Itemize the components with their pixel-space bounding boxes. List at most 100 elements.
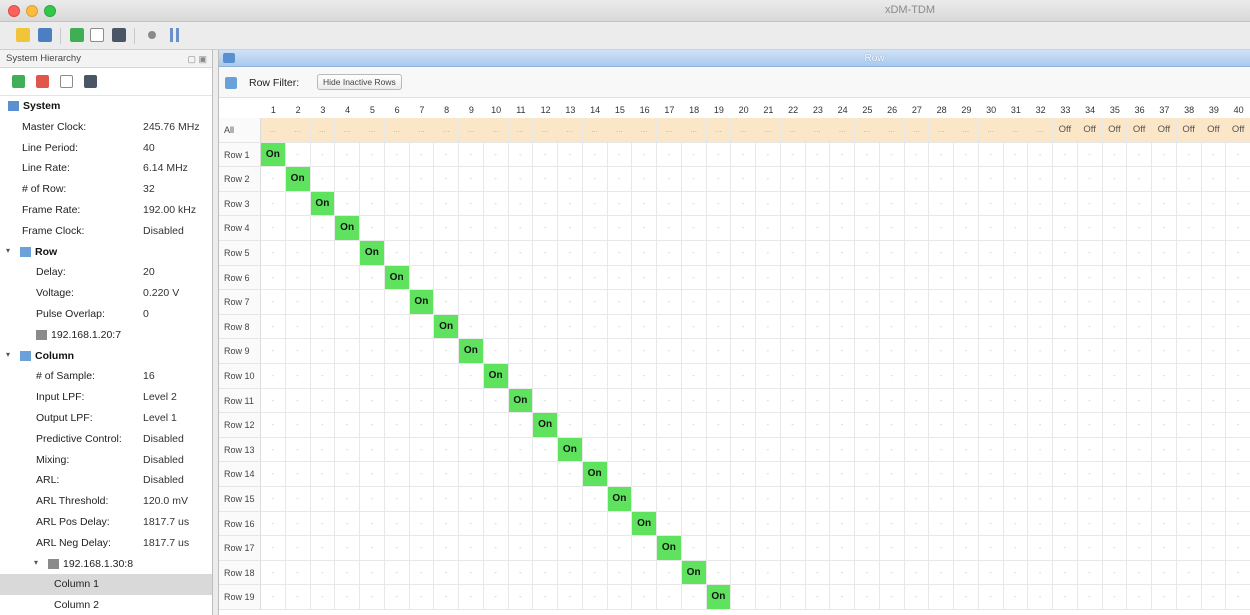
matrix-cell[interactable]: - (1127, 167, 1152, 192)
matrix-cell[interactable]: - (855, 487, 880, 512)
matrix-cell[interactable]: - (805, 241, 831, 266)
all-row-cell[interactable]: ... (904, 118, 930, 143)
matrix-cell[interactable]: - (904, 560, 930, 586)
matrix-cell[interactable]: - (459, 511, 484, 537)
matrix-cell[interactable]: - (1053, 388, 1078, 414)
matrix-cell[interactable]: - (261, 191, 286, 217)
matrix-cell[interactable]: - (1152, 437, 1177, 463)
column-header[interactable]: 8 (434, 98, 459, 118)
matrix-cell[interactable]: - (855, 585, 880, 610)
matrix-cell[interactable]: - (285, 265, 311, 291)
matrix-cell[interactable]: - (483, 413, 509, 438)
matrix-cell[interactable]: - (855, 462, 880, 487)
matrix-cell[interactable]: - (459, 265, 484, 291)
matrix-cell[interactable]: - (310, 290, 336, 315)
all-row-cell[interactable]: ... (582, 118, 608, 143)
matrix-cell[interactable]: - (830, 560, 855, 586)
matrix-cell[interactable]: - (632, 191, 657, 217)
matrix-cell[interactable]: - (607, 167, 633, 192)
tree-item[interactable]: # of Row: 32 (0, 179, 212, 200)
column-header[interactable]: 27 (905, 98, 930, 118)
matrix-cell[interactable]: - (731, 290, 756, 315)
matrix-cell[interactable]: - (1226, 241, 1250, 266)
all-row-cell[interactable]: ... (409, 118, 435, 143)
matrix-cell[interactable]: - (1127, 487, 1152, 512)
matrix-cell[interactable]: - (830, 487, 855, 512)
matrix-cell[interactable]: - (558, 511, 583, 537)
matrix-cell[interactable]: - (1077, 241, 1103, 266)
matrix-cell[interactable]: - (1226, 216, 1250, 241)
matrix-cell[interactable]: - (310, 142, 336, 168)
matrix-cell[interactable]: - (285, 388, 311, 414)
matrix-cell[interactable]: - (533, 487, 558, 512)
all-row-cell[interactable]: Off (1102, 118, 1128, 143)
matrix-cell[interactable]: - (1003, 142, 1029, 168)
column-header[interactable]: 36 (1127, 98, 1152, 118)
matrix-cell[interactable]: - (1028, 560, 1053, 586)
matrix-cell[interactable]: - (483, 487, 509, 512)
matrix-cell[interactable]: - (1102, 487, 1128, 512)
matrix-cell[interactable]: - (607, 536, 633, 561)
all-row-cell[interactable]: ... (706, 118, 732, 143)
matrix-cell[interactable]: - (978, 339, 1004, 364)
matrix-cell[interactable]: - (582, 167, 608, 192)
matrix-cell[interactable]: - (459, 413, 484, 438)
matrix-cell[interactable]: - (409, 241, 435, 266)
matrix-cell[interactable]: - (1102, 167, 1128, 192)
matrix-cell[interactable]: - (1201, 241, 1227, 266)
matrix-cell[interactable]: - (1226, 462, 1250, 487)
matrix-cell[interactable]: - (483, 167, 509, 192)
matrix-cell[interactable]: - (582, 314, 608, 340)
matrix-cell[interactable]: - (855, 314, 880, 340)
matrix-cell[interactable]: - (582, 388, 608, 414)
matrix-cell[interactable]: - (1028, 536, 1053, 561)
matrix-cell-on[interactable]: On (459, 339, 484, 364)
matrix-cell[interactable]: - (879, 585, 905, 610)
matrix-cell[interactable]: - (434, 167, 459, 192)
matrix-cell[interactable]: - (978, 364, 1004, 389)
matrix-cell[interactable]: - (706, 142, 732, 168)
matrix-cell[interactable]: - (978, 216, 1004, 241)
all-row-cell[interactable]: ... (434, 118, 459, 143)
matrix-cell[interactable]: - (360, 511, 385, 537)
matrix-cell[interactable]: - (780, 265, 806, 291)
matrix-cell[interactable]: - (360, 560, 385, 586)
matrix-cell[interactable]: - (954, 462, 979, 487)
matrix-cell[interactable]: - (954, 487, 979, 512)
matrix-cell[interactable]: - (360, 265, 385, 291)
matrix-cell[interactable]: - (409, 339, 435, 364)
row-header[interactable]: Row 17 (219, 536, 261, 561)
matrix-cell[interactable]: - (1176, 511, 1202, 537)
matrix-cell[interactable]: - (1127, 191, 1152, 217)
matrix-cell[interactable]: - (508, 560, 534, 586)
matrix-cell[interactable]: - (706, 437, 732, 463)
all-row-cell[interactable]: ... (632, 118, 657, 143)
matrix-cell-on[interactable]: On (384, 265, 410, 291)
matrix-cell[interactable]: - (285, 413, 311, 438)
matrix-cell[interactable]: - (805, 487, 831, 512)
matrix-cell[interactable]: - (1028, 290, 1053, 315)
all-row-cell[interactable]: ... (558, 118, 583, 143)
column-header[interactable]: 12 (533, 98, 558, 118)
all-row-cell[interactable]: ... (657, 118, 682, 143)
matrix-cell[interactable]: - (1127, 241, 1152, 266)
matrix-cell[interactable]: - (681, 487, 707, 512)
record-icon[interactable] (148, 31, 156, 39)
matrix-cell[interactable]: - (335, 487, 360, 512)
matrix-cell[interactable]: - (855, 437, 880, 463)
matrix-cell[interactable]: - (409, 167, 435, 192)
matrix-cell[interactable]: - (1003, 462, 1029, 487)
matrix-cell[interactable]: - (1028, 339, 1053, 364)
matrix-cell[interactable]: - (582, 511, 608, 537)
matrix-cell[interactable]: - (879, 265, 905, 291)
all-row-cell[interactable]: ... (830, 118, 855, 143)
matrix-cell[interactable]: - (1053, 216, 1078, 241)
tree-item[interactable]: Input LPF: Level 2 (0, 387, 212, 408)
matrix-cell[interactable]: - (483, 585, 509, 610)
matrix-cell[interactable]: - (681, 265, 707, 291)
matrix-cell[interactable]: - (409, 585, 435, 610)
matrix-cell[interactable]: - (310, 536, 336, 561)
matrix-cell[interactable]: - (459, 585, 484, 610)
matrix-cell[interactable]: - (335, 536, 360, 561)
row-header[interactable]: Row 16 (219, 511, 261, 537)
